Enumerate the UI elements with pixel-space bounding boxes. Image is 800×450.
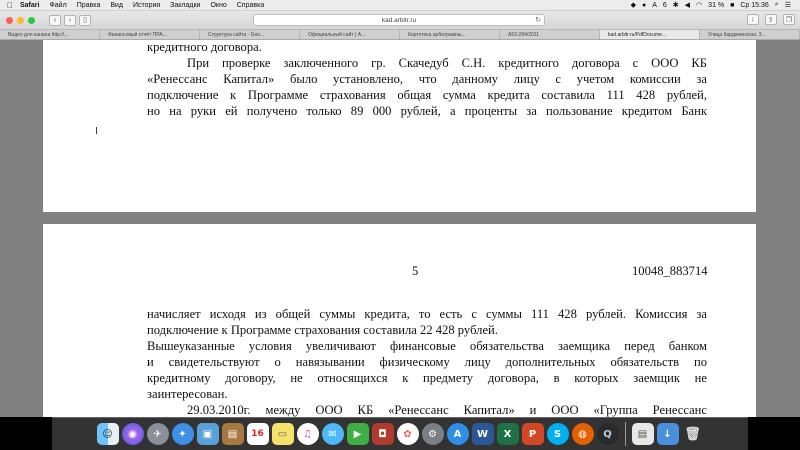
tab-video[interactable]: Видео для канала http://... — [0, 30, 100, 39]
tab-street-map[interactable]: Улица Кардачинская, 3... — [700, 30, 800, 39]
safari-icon[interactable]: ✦ — [171, 423, 194, 445]
status-area: ◆ ● А 6 ✱ ◀ ◠ 31 % ■ Ср 15:36 ⌕ ☰ — [628, 1, 800, 9]
page-number: 5 — [412, 264, 419, 278]
preview-icon[interactable]: ▣ — [196, 423, 219, 445]
photo-booth-icon[interactable]: ◘ — [371, 423, 394, 445]
menu-item-view[interactable]: Вид — [110, 2, 123, 9]
doc-line: начисляет исходя из общей суммы кредита,… — [147, 307, 707, 321]
tab-arbitration-files[interactable]: Картотека арбитражны... — [400, 30, 500, 39]
dropbox-icon[interactable]: ◆ — [631, 1, 636, 9]
search-icon[interactable]: ⌕ — [775, 1, 779, 9]
system-preferences-icon[interactable]: ⚙ — [421, 423, 444, 445]
address-bar[interactable]: kad.arbitr.ru ↻ — [253, 14, 545, 26]
close-window-button[interactable] — [6, 16, 13, 24]
downloads-button[interactable]: ↓ — [746, 14, 759, 25]
doc-line: но на руки ей получено только 89 000 руб… — [147, 104, 707, 118]
menu-bar:  Safari Файл Правка Вид История Закладк… — [0, 0, 800, 11]
downloads-icon[interactable]: ↓ — [656, 423, 679, 445]
cyrillic-indicator[interactable]: А — [652, 2, 657, 9]
doc-line: подключение к Программе страхования обща… — [147, 88, 707, 102]
pdf-page-4: кредитного договора. При проверке заключ… — [43, 40, 756, 212]
quicktime-icon[interactable]: Q — [596, 423, 619, 445]
menu-item-window[interactable]: Окно — [210, 2, 226, 9]
toolbar-right: ↓ ⇧ ❐ — [744, 14, 795, 25]
powerpoint-icon[interactable]: P — [521, 423, 544, 445]
menu-item-bookmarks[interactable]: Закладки — [170, 2, 200, 9]
app-store-icon[interactable]: A — [446, 423, 469, 445]
flag-icon[interactable]: ■ — [730, 2, 734, 9]
firefox-icon[interactable]: ◍ — [571, 423, 594, 445]
menu-item-safari[interactable]: Safari — [20, 2, 39, 9]
siri-icon[interactable]: ◉ — [121, 423, 144, 445]
tab-official-site[interactable]: Официальный сайт | А... — [300, 30, 400, 39]
volume-icon[interactable]: ◀ — [685, 1, 690, 9]
document-icon[interactable]: ▤ — [631, 423, 654, 445]
tab-bar: Видео для канала http://... Финансовый о… — [0, 30, 800, 40]
back-button[interactable]: ‹ — [49, 14, 61, 26]
bluetooth-icon[interactable]: ✱ — [673, 1, 679, 9]
notification-center-icon[interactable]: ☰ — [785, 1, 791, 9]
pdf-viewer[interactable]: кредитного договора. При проверке заключ… — [0, 40, 800, 417]
launchpad-icon[interactable]: ✈ — [146, 423, 169, 445]
finder-icon[interactable]: ☺ — [96, 423, 119, 445]
notes-icon[interactable]: ▤ — [221, 423, 244, 445]
tabs-overview-button[interactable]: ❐ — [782, 14, 795, 25]
reload-icon[interactable]: ↻ — [535, 15, 541, 26]
stickies-icon[interactable]: ▭ — [271, 423, 294, 445]
clock[interactable]: Ср 15:36 — [740, 2, 768, 9]
doc-line: подключение к Программе страхования сост… — [147, 323, 498, 337]
skype-icon[interactable]: S — [546, 423, 569, 445]
tab-case-a53[interactable]: А53-284/2011 — [500, 30, 600, 39]
pdf-page-5: 5 10048_883714 начисляет исходя из общей… — [43, 224, 756, 417]
document-number: 10048_883714 — [632, 264, 708, 278]
tab-pdf-document[interactable]: kad.arbitr.ru/PdfDocume... — [600, 30, 700, 39]
doc-line: «Ренессанс Капитал» было установлено, чт… — [147, 72, 707, 86]
maximize-window-button[interactable] — [28, 16, 35, 24]
facetime-icon[interactable]: ▶ — [346, 423, 369, 445]
doc-line: кредитного договора. — [147, 40, 262, 54]
wifi-icon[interactable]: ◠ — [696, 1, 702, 9]
doc-line: заинтересован. — [147, 387, 228, 401]
doc-line: Вышеуказанные условия увеличивают финанс… — [147, 339, 707, 353]
text-cursor-icon: I — [95, 126, 98, 137]
doc-line: 29.03.2010г. между ООО КБ «Ренессанс Кап… — [187, 403, 707, 417]
word-icon[interactable]: W — [471, 423, 494, 445]
dock: ☺ ◉ ✈ ✦ ▣ ▤ 16 ▭ ♫ ✉ ▶ ◘ ✿ ⚙ A W X P S ◍… — [52, 417, 748, 450]
itunes-icon[interactable]: ♫ — [296, 423, 319, 445]
trash-icon[interactable]: 🗑 — [682, 423, 704, 445]
doc-line: При проверке заключенного гр. Скачедуб С… — [187, 56, 707, 70]
menu-item-history[interactable]: История — [133, 2, 160, 9]
calendar-icon[interactable]: 16 — [246, 423, 269, 445]
photos-icon[interactable]: ✿ — [396, 423, 419, 445]
menu-item-edit[interactable]: Правка — [77, 2, 101, 9]
share-button[interactable]: ⇧ — [764, 14, 777, 25]
tab-site-structure[interactable]: Структура сайта - Goo... — [200, 30, 300, 39]
messages-icon[interactable]: ✉ — [321, 423, 344, 445]
dock-separator — [624, 422, 626, 446]
battery-percent[interactable]: 31 % — [708, 2, 724, 9]
apple-menu-icon[interactable]:  — [5, 1, 15, 10]
shield-icon[interactable]: ● — [642, 2, 646, 9]
address-text: kad.arbitr.ru — [381, 17, 417, 24]
excel-icon[interactable]: X — [496, 423, 519, 445]
doc-line: и свидетельствуют о навязывании физическ… — [147, 355, 707, 369]
menu-item-file[interactable]: Файл — [49, 2, 66, 9]
sidebar-icon: ▯ — [83, 17, 87, 24]
browser-toolbar: ‹ › ▯ kad.arbitr.ru ↻ ↓ ⇧ ❐ — [0, 11, 800, 30]
window-controls — [6, 16, 35, 24]
menu-item-help[interactable]: Справка — [237, 2, 264, 9]
doc-line: кредитному договору, не относящихся к пр… — [147, 371, 707, 385]
sidebar-button[interactable]: ▯ — [79, 14, 91, 26]
notification-count[interactable]: 6 — [663, 2, 667, 9]
minimize-window-button[interactable] — [17, 16, 24, 24]
tab-financial-report[interactable]: Финансовый отчёт ПРА... — [100, 30, 200, 39]
forward-button[interactable]: › — [64, 14, 76, 26]
